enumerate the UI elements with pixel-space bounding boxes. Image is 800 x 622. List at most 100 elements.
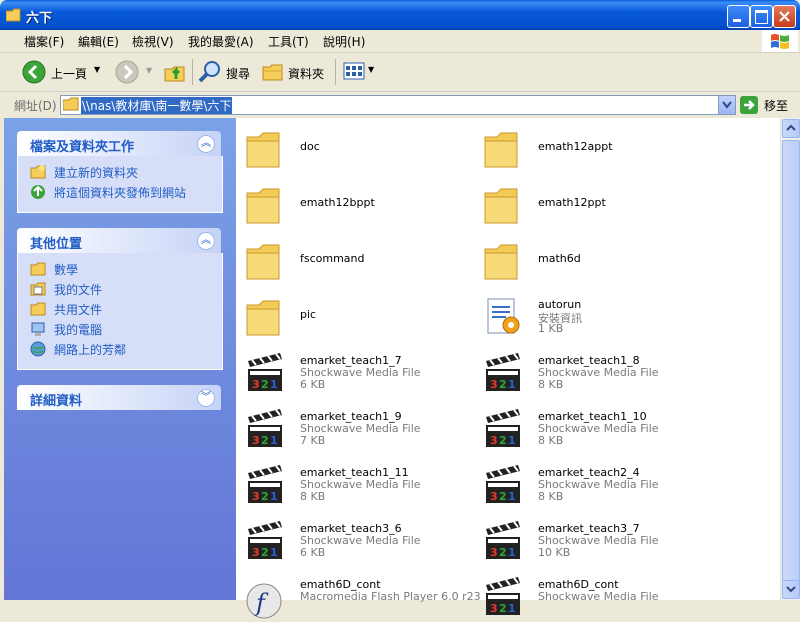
vertical-scrollbar[interactable] <box>780 118 800 600</box>
chevron-down-icon <box>786 586 796 593</box>
views-button[interactable]: ▼ <box>343 60 377 84</box>
collapse-icon[interactable]: ︽ <box>197 232 215 250</box>
folder-icon <box>244 295 284 339</box>
minimize-button[interactable] <box>727 5 750 28</box>
back-arrow-icon <box>22 60 46 84</box>
svg-text:1: 1 <box>508 546 516 559</box>
folder-item[interactable]: math6d <box>482 236 712 286</box>
folder-item[interactable]: emath12bppt <box>244 180 474 230</box>
file-list: doc emath12appt emath12bppt emath12ppt fscom… <box>236 118 780 619</box>
folders-button[interactable]: 資料夾 <box>261 59 331 85</box>
place-network[interactable]: 網路上的芳鄰 <box>30 340 210 358</box>
file-item[interactable]: autorun 安裝資訊 1 KB <box>482 292 712 342</box>
file-item[interactable]: 3 2 1 emarket_teach1_10 Shockwave Media File… <box>482 404 712 454</box>
file-item[interactable]: 3 2 1 emarket_teach1_11 Shockwave Media File… <box>244 460 474 510</box>
file-item[interactable]: f emath6D_cont Macromedia Flash Player 6.0… <box>244 572 481 622</box>
file-item[interactable]: 3 2 1 emarket_teach1_9 Shockwave Media File 7… <box>244 404 474 454</box>
svg-text:2: 2 <box>499 490 507 503</box>
back-dropdown-icon[interactable]: ▼ <box>94 65 100 74</box>
scroll-down-button[interactable] <box>782 580 800 599</box>
folder-icon <box>244 127 284 171</box>
collapse-icon[interactable]: ︽ <box>197 135 215 153</box>
shockwave-file-icon: 321 <box>482 407 522 451</box>
svg-text:3: 3 <box>490 490 498 503</box>
svg-text:3: 3 <box>490 602 498 615</box>
maximize-button[interactable] <box>750 5 773 28</box>
go-arrow-icon <box>744 100 755 110</box>
forward-button[interactable]: ▼ <box>115 60 157 86</box>
file-name: pic <box>300 308 317 321</box>
file-item[interactable]: 3 2 1 emarket_teach3_6 Shockwave Media File 6… <box>244 516 474 566</box>
task-publish-web[interactable]: 將這個資料夾發佈到網站 <box>30 183 220 201</box>
svg-text:2: 2 <box>261 434 269 447</box>
my-documents-icon <box>30 282 46 296</box>
close-icon <box>779 11 790 22</box>
folder-icon <box>482 239 522 283</box>
folder-icon <box>244 239 284 283</box>
menu-file[interactable]: 檔案(F) <box>24 33 64 50</box>
up-folder-button[interactable] <box>163 59 187 85</box>
task-new-folder[interactable]: 建立新的資料夾 <box>30 163 220 181</box>
folder-item[interactable]: emath12appt <box>482 124 712 174</box>
place-math[interactable]: 數學 <box>30 260 210 278</box>
network-places-icon <box>30 341 46 357</box>
up-folder-icon <box>164 66 185 82</box>
maximize-icon <box>755 10 768 24</box>
file-name: math6d <box>538 252 581 265</box>
address-label: 網址(D) <box>14 99 57 113</box>
place-shared-documents[interactable]: 共用文件 <box>30 300 210 318</box>
file-item[interactable]: 3 2 1 emarket_teach1_7 Shockwave Media File 6… <box>244 348 474 398</box>
details-header[interactable]: 詳細資料 ︾ <box>17 385 221 410</box>
window-title: 六下 <box>26 11 53 26</box>
svg-text:1: 1 <box>508 602 516 615</box>
scroll-up-button[interactable] <box>782 119 800 138</box>
menu-favorites[interactable]: 我的最愛(A) <box>188 33 254 50</box>
place-my-documents[interactable]: 我的文件 <box>30 280 210 298</box>
scroll-thumb[interactable] <box>782 140 800 582</box>
svg-text:3: 3 <box>252 378 260 391</box>
title-bar[interactable]: 六下 <box>0 0 800 30</box>
new-folder-icon <box>30 165 46 179</box>
menu-help[interactable]: 說明(H) <box>323 33 365 50</box>
file-tasks-header[interactable]: 檔案及資料夾工作 ︽ <box>17 131 221 156</box>
windows-logo <box>762 30 798 52</box>
svg-text:2: 2 <box>499 546 507 559</box>
folder-item[interactable]: doc <box>244 124 474 174</box>
details-title: 詳細資料 <box>30 394 83 409</box>
close-button[interactable] <box>773 5 796 28</box>
folder-item[interactable]: fscommand <box>244 236 474 286</box>
place-my-computer[interactable]: 我的電腦 <box>30 320 210 338</box>
search-button[interactable]: 搜尋 <box>198 59 256 85</box>
shared-documents-icon <box>30 302 46 316</box>
views-dropdown-icon[interactable]: ▼ <box>368 65 374 74</box>
file-size: 8 KB <box>300 490 326 503</box>
chevron-down-icon <box>722 101 732 109</box>
go-button[interactable] <box>740 96 758 114</box>
task-label: 將這個資料夾發佈到網站 <box>54 186 187 200</box>
file-item[interactable]: 3 2 1 emarket_teach3_7 Shockwave Media File 1… <box>482 516 712 566</box>
address-input[interactable]: \\nas\教材庫\南一數學\六下 <box>60 95 736 115</box>
views-icon <box>343 62 365 80</box>
svg-text:3: 3 <box>490 546 498 559</box>
menu-tools[interactable]: 工具(T) <box>268 33 309 50</box>
file-item[interactable]: 3 2 1 emarket_teach2_4 Shockwave Media File 8… <box>482 460 712 510</box>
folder-icon <box>482 183 522 227</box>
folder-icon <box>244 183 284 227</box>
file-item[interactable]: 3 2 1 emath6D_cont Shockwave Media File <box>482 572 712 622</box>
menu-view[interactable]: 檢視(V) <box>132 33 174 50</box>
address-dropdown-button[interactable] <box>718 96 735 114</box>
windows-flag-icon <box>771 34 789 49</box>
svg-text:1: 1 <box>508 378 516 391</box>
shockwave-file-icon: 321 <box>482 463 522 507</box>
file-name: emath12appt <box>538 140 613 153</box>
back-button[interactable]: 上一頁 ▼ <box>22 59 102 85</box>
menu-edit[interactable]: 編輯(E) <box>78 33 119 50</box>
expand-icon[interactable]: ︾ <box>197 389 215 407</box>
file-item[interactable]: 3 2 1 emarket_teach1_8 Shockwave Media File 8… <box>482 348 712 398</box>
minimize-icon <box>733 19 741 22</box>
folder-item[interactable]: emath12ppt <box>482 180 712 230</box>
other-places-header[interactable]: 其他位置 ︽ <box>17 228 221 253</box>
go-label[interactable]: 移至 <box>764 97 788 114</box>
folder-item[interactable]: pic <box>244 292 474 342</box>
forward-dropdown-icon[interactable]: ▼ <box>146 66 152 75</box>
